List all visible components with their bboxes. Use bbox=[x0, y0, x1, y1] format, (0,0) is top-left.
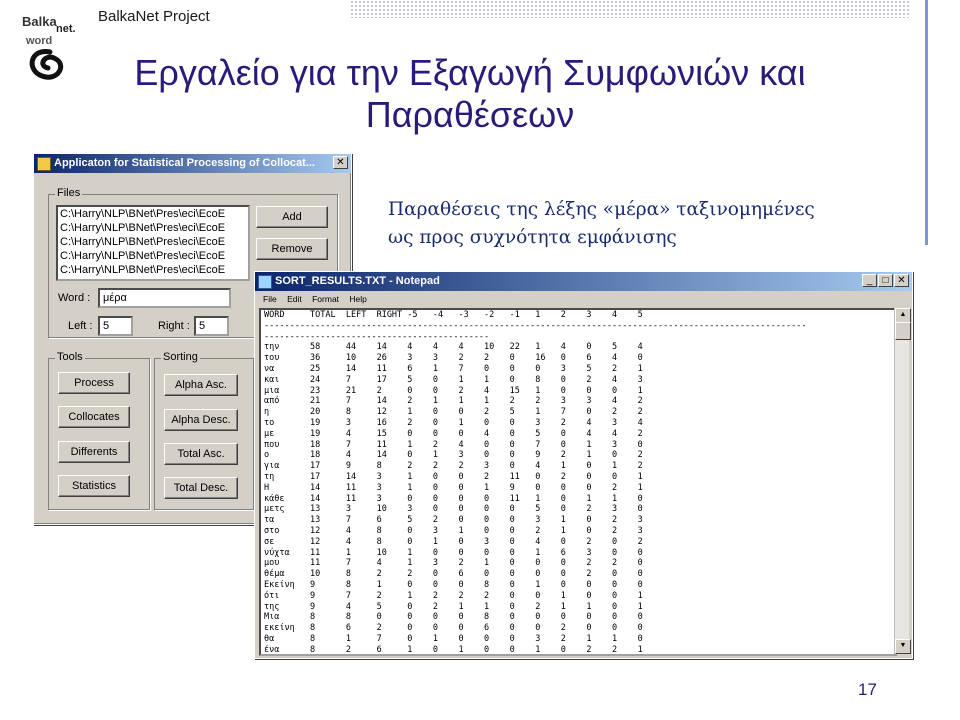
file-item[interactable]: C:\Harry\NLP\BNet\Pres\eci\EcoE bbox=[58, 207, 248, 221]
slide-caption: Παραθέσεις της λέξης «μέρα» ταξινομημένε… bbox=[388, 196, 815, 252]
close-icon[interactable]: ✕ bbox=[333, 156, 348, 169]
notepad-menubar: File Edit Format Help bbox=[255, 291, 912, 307]
notepad-icon bbox=[258, 275, 272, 289]
app-window-title: Applicaton for Statistical Processing of… bbox=[54, 157, 315, 169]
notepad-title: SORT_RESULTS.TXT - Notepad bbox=[275, 275, 440, 287]
file-item[interactable]: C:\Harry\NLP\BNet\Pres\eci\EcoE bbox=[58, 249, 248, 263]
file-item[interactable]: C:\Harry\NLP\BNet\Pres\eci\EcoE bbox=[58, 263, 248, 277]
files-listbox[interactable]: C:\Harry\NLP\BNet\Pres\eci\EcoE C:\Harry… bbox=[56, 205, 250, 281]
title-line-2: Παραθέσεων bbox=[365, 94, 575, 135]
notepad-scrollbar[interactable]: ▲ ▼ bbox=[894, 308, 911, 654]
total-desc-button[interactable]: Total Desc. bbox=[164, 477, 238, 499]
caption-line-1: Παραθέσεις της λέξης «μέρα» ταξινομημένε… bbox=[388, 199, 815, 220]
notepad-text-area[interactable]: WORD TOTAL LEFT RIGHT -5 -4 -3 -2 -1 1 2… bbox=[259, 308, 897, 656]
caption-line-2: ως προς συχνότητα εμφάνισης bbox=[388, 227, 677, 248]
header-dot-pattern bbox=[350, 0, 910, 18]
process-button[interactable]: Process bbox=[58, 372, 130, 394]
results-table-text: WORD TOTAL LEFT RIGHT -5 -4 -3 -2 -1 1 2… bbox=[264, 310, 807, 655]
menu-help[interactable]: Help bbox=[349, 294, 366, 304]
total-asc-button[interactable]: Total Asc. bbox=[164, 443, 238, 465]
scroll-thumb[interactable] bbox=[895, 322, 911, 340]
remove-button[interactable]: Remove bbox=[256, 238, 328, 260]
add-button[interactable]: Add bbox=[256, 206, 328, 228]
left-label: Left : bbox=[68, 320, 93, 332]
file-item[interactable]: C:\Harry\NLP\BNet\Pres\eci\EcoE bbox=[58, 235, 248, 249]
project-name: BalkaNet Project bbox=[98, 8, 210, 25]
title-line-1: Εργαλείο για την Εξαγωγή Συμφωνιών και bbox=[134, 52, 806, 93]
menu-edit[interactable]: Edit bbox=[287, 294, 302, 304]
decorative-vertical-line bbox=[925, 0, 928, 245]
differents-button[interactable]: Differents bbox=[58, 441, 130, 463]
tools-group-label: Tools bbox=[55, 351, 85, 363]
close-icon[interactable]: ✕ bbox=[894, 274, 909, 287]
app-window-titlebar[interactable]: Applicaton for Statistical Processing of… bbox=[34, 154, 351, 173]
minimize-icon[interactable]: _ bbox=[862, 274, 877, 287]
notepad-window: SORT_RESULTS.TXT - Notepad _ □ ✕ File Ed… bbox=[254, 271, 913, 659]
word-label: Word : bbox=[58, 292, 91, 304]
scroll-down-icon[interactable]: ▼ bbox=[895, 639, 911, 654]
menu-format[interactable]: Format bbox=[312, 294, 339, 304]
word-field[interactable]: μέρα bbox=[98, 288, 231, 308]
page-number: 17 bbox=[858, 680, 877, 699]
sorting-group-label: Sorting bbox=[161, 351, 200, 363]
svg-text:Balka: Balka bbox=[22, 14, 57, 29]
svg-text:net.: net. bbox=[56, 23, 76, 35]
alpha-asc-button[interactable]: Alpha Asc. bbox=[164, 374, 238, 396]
slide-title: Εργαλείο για την Εξαγωγή Συμφωνιών και Π… bbox=[60, 52, 880, 136]
maximize-icon[interactable]: □ bbox=[878, 274, 893, 287]
alpha-desc-button[interactable]: Alpha Desc. bbox=[164, 409, 238, 431]
svg-text:word: word bbox=[25, 35, 52, 47]
scroll-up-icon[interactable]: ▲ bbox=[895, 308, 911, 323]
files-group-label: Files bbox=[55, 187, 83, 199]
file-item[interactable]: C:\Harry\NLP\BNet\Pres\eci\EcoE bbox=[58, 221, 248, 235]
notepad-titlebar[interactable]: SORT_RESULTS.TXT - Notepad _ □ ✕ bbox=[255, 272, 912, 291]
right-window-field[interactable]: 5 bbox=[194, 316, 229, 336]
app-icon bbox=[37, 157, 51, 171]
right-label: Right : bbox=[158, 320, 190, 332]
collocates-button[interactable]: Collocates bbox=[58, 406, 130, 428]
menu-file[interactable]: File bbox=[263, 294, 277, 304]
statistics-button[interactable]: Statistics bbox=[58, 475, 130, 497]
left-window-field[interactable]: 5 bbox=[98, 316, 133, 336]
